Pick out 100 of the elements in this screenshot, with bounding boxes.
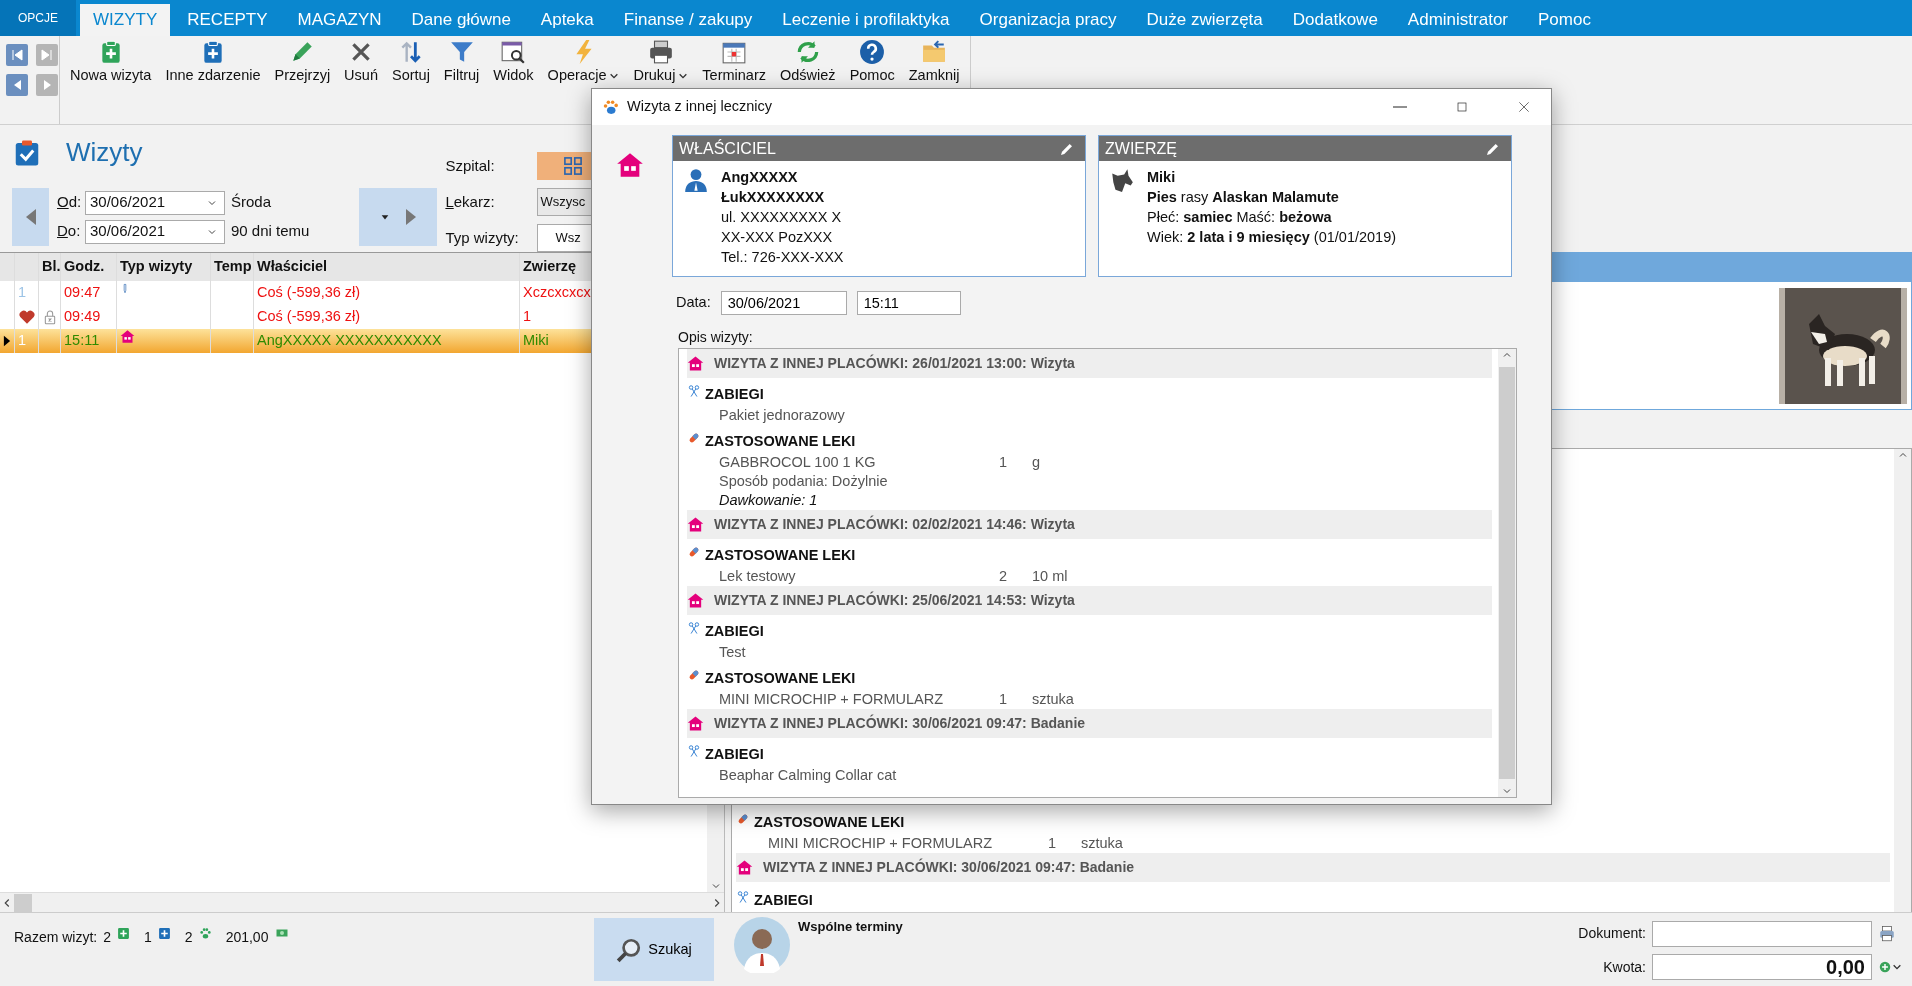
minimize-icon	[1393, 106, 1407, 108]
house-icon	[736, 859, 753, 876]
drug-quantity: 1	[999, 690, 1009, 709]
house-icon	[687, 355, 704, 372]
toolbar-button[interactable]: Usuń	[338, 39, 384, 84]
toolbar-button[interactable]: Zamknij	[902, 39, 966, 84]
house-icon	[687, 715, 704, 732]
drug-unit: sztuka	[1081, 834, 1124, 853]
drug-name: Lek testowy	[719, 567, 797, 586]
toolbar-button[interactable]: Drukuj	[627, 39, 695, 84]
visit-header-text: WIZYTA Z INNEJ PLACÓWKI: 25/06/2021 14:53: Wizyta	[714, 590, 1075, 610]
owner-cell: Coś (-599,36 zł)	[254, 281, 520, 305]
count-text: 2	[184, 928, 193, 947]
next-button[interactable]	[36, 74, 58, 96]
visit-header-text: WIZYTA Z INNEJ PLACÓWKI: 30/06/2021 09:47: Badanie	[714, 713, 1086, 733]
toolbar-button[interactable]: Operacje	[541, 39, 626, 84]
printer-icon	[1878, 924, 1896, 943]
drug-name: MINI MICROCHIP + FORMULARZ	[768, 834, 994, 853]
menu-tab[interactable]: Duże zwierzęta	[1133, 4, 1276, 36]
menu-tab[interactable]: Dodatkowe	[1279, 4, 1391, 36]
scissors-icon	[736, 890, 750, 904]
menu-tab[interactable]: Administrator	[1394, 4, 1521, 36]
animal-detail: Pies rasy Alaskan Malamute	[1147, 188, 1340, 207]
printer-icon	[647, 39, 674, 65]
last-page-button[interactable]	[36, 44, 58, 66]
page-title: Wizyty	[66, 136, 143, 169]
scrollbar-thumb[interactable]	[14, 893, 32, 912]
house-icon	[687, 516, 704, 533]
drug-name: MINI MICROCHIP + FORMULARZ	[719, 690, 945, 709]
toolbar-button[interactable]: Nowa wizyta	[64, 39, 158, 84]
description-text: Pakiet jednorazowy	[718, 406, 846, 425]
column-header[interactable]: Godz.	[61, 253, 117, 281]
visit-header-text: WIZYTA Z INNEJ PLACÓWKI: 30/06/2021 09:47: Badanie	[763, 857, 1135, 877]
column-header[interactable]: Typ wizyty	[117, 253, 211, 281]
date-picker[interactable]: 30/06/2021	[85, 219, 225, 244]
toolbar-button[interactable]: Filtruj	[437, 39, 486, 84]
menu-tab[interactable]: Pomoc	[1525, 4, 1604, 36]
column-header[interactable]: Temp	[211, 253, 254, 281]
description-text: Beaphar Calming Collar cat	[718, 766, 898, 785]
dosage-text: Dawkowanie: 1	[718, 491, 819, 510]
section-title: ZASTOSOWANE LEKI	[705, 432, 856, 451]
search-icon	[616, 936, 643, 963]
section-title: ZABIEGI	[705, 622, 764, 641]
menu-tab[interactable]: Leczenie i profilaktyka	[769, 4, 963, 36]
paw-icon	[602, 98, 619, 116]
menu-tab[interactable]: Organizacja pracy	[966, 4, 1130, 36]
date-field[interactable]: 30/06/2021	[720, 291, 847, 315]
horizontal-scrollbar[interactable]	[0, 892, 724, 912]
menu-tab[interactable]: OPCJE	[0, 0, 76, 36]
menu-tab[interactable]: Dane główne	[398, 4, 524, 36]
column-header[interactable]: Bl.	[39, 253, 61, 281]
time-cell: 09:47	[61, 281, 117, 305]
scrollbar-thumb[interactable]	[1499, 367, 1515, 779]
toolbar-button[interactable]: Widok	[487, 39, 540, 84]
animal-detail: Płeć: samiec Maść: beżowa	[1147, 208, 1333, 227]
amount-text: 201,00	[225, 928, 269, 947]
close-icon	[1516, 99, 1532, 115]
vertical-scrollbar[interactable]	[1894, 449, 1911, 914]
toolbar-button[interactable]: Odśwież	[774, 39, 842, 84]
visit-header-text: WIZYTA Z INNEJ PLACÓWKI: 02/02/2021 14:46: Wizyta	[714, 514, 1075, 534]
weekday-label: Środa	[231, 192, 272, 213]
section-title: ZABIEGI	[705, 385, 764, 404]
card-title: ZWIERZĘ	[1105, 138, 1177, 159]
menu-tab[interactable]: RECEPTY	[174, 4, 281, 36]
menu-tab[interactable]: WIZYTY	[80, 4, 171, 36]
person-icon	[683, 167, 709, 193]
menu-tab[interactable]: Finanse / zakupy	[610, 4, 766, 36]
field-label: Kwota:	[1602, 957, 1646, 977]
drug-quantity: 1	[1048, 834, 1058, 853]
time-field[interactable]: 15:11	[856, 291, 961, 315]
toolbar-button[interactable]: Przejrzyj	[268, 39, 337, 84]
date-picker[interactable]: 30/06/2021	[85, 190, 225, 215]
count-text: 1	[144, 928, 152, 947]
field-label: Typ wizyty:	[445, 227, 520, 248]
vertical-scrollbar[interactable]	[1498, 349, 1516, 797]
previous-button[interactable]	[6, 74, 28, 96]
banknote-icon	[274, 927, 291, 939]
next-day-button[interactable]	[359, 188, 438, 246]
maximize-icon	[1454, 99, 1470, 115]
toolbar-button[interactable]: Inne zdarzenie	[159, 39, 267, 84]
menu-tab[interactable]: MAGAZYN	[284, 4, 395, 36]
first-page-button[interactable]	[6, 44, 28, 66]
toolbar-button[interactable]: Pomoc	[843, 39, 901, 84]
menu-tab[interactable]: Apteka	[527, 4, 607, 36]
amount-field[interactable]: 0,00	[1652, 954, 1872, 981]
document-field[interactable]	[1652, 920, 1872, 947]
description-text: Sposób podania: Dożylnie	[718, 472, 889, 491]
row-pointer-icon	[3, 334, 11, 348]
card-title: WŁAŚCICIEL	[679, 138, 776, 159]
animal-detail: Miki	[1147, 168, 1177, 187]
scissors-icon	[687, 744, 701, 758]
toolbar-button[interactable]: Terminarz	[696, 39, 772, 84]
drug-quantity: 2	[999, 567, 1009, 586]
column-header[interactable]: Właściciel	[254, 253, 520, 281]
section-title: ZASTOSOWANE LEKI	[705, 669, 856, 688]
toolbar-button[interactable]: Sortuj	[385, 39, 436, 84]
previous-day-button[interactable]	[12, 188, 49, 246]
section-title: ZASTOSOWANE LEKI	[754, 813, 905, 832]
animal-detail: Wiek: 2 lata i 9 miesięcy (01/01/2019)	[1147, 228, 1397, 247]
search-button[interactable]: Szukaj	[594, 918, 714, 981]
